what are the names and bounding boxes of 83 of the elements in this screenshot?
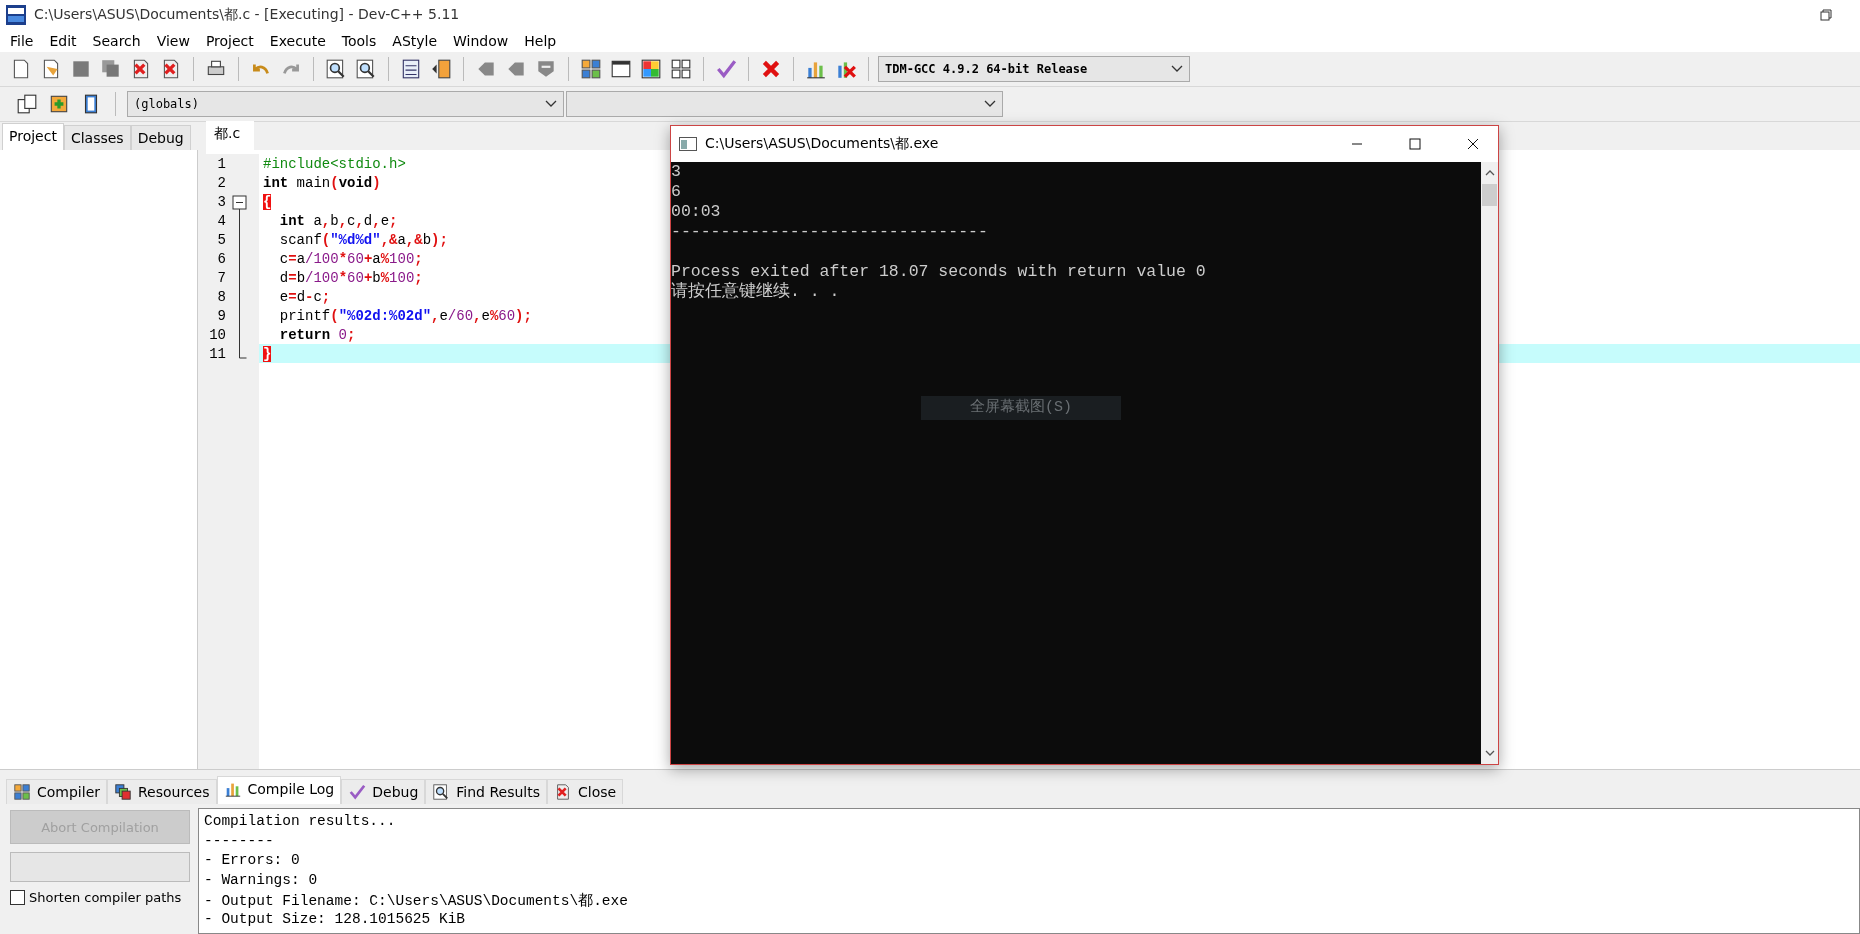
maximize-icon[interactable] [1409,138,1421,150]
code-line: e=d-c; [278,288,331,305]
log-line: - Output Filename: C:\Users\ASUS\Documents\都.exe [204,891,629,911]
console-line: 请按任意键继续. . . [671,282,841,302]
replace-icon[interactable] [355,58,377,80]
panel-tab[interactable]: Debug [130,125,191,150]
scope-dropdown[interactable]: (globals) [127,91,564,117]
close-icon[interactable] [1467,138,1479,150]
menu-item[interactable]: Execute [261,33,334,49]
search-document-icon [432,783,451,801]
window-title: C:\Users\ASUS\Documents\都.c - [Executing] - Dev-C++ 5.11 [34,6,461,24]
code-line: c=a/100*60+a%100; [278,250,423,267]
scroll-up-icon[interactable] [1484,170,1495,176]
code-line: d=b/100*60+b%100; [278,269,423,286]
compiler-dropdown[interactable]: TDM-GCC 4.9.2 64-bit Release [878,56,1190,82]
chevron-down-icon [1171,65,1183,73]
line-number: 2 [216,174,226,191]
console-title: C:\Users\ASUS\Documents\都.exe [705,135,940,153]
menu-item[interactable]: Search [84,33,149,49]
console-icon [679,137,697,151]
panel-tab[interactable]: Classes [63,125,131,150]
line-number: 1 [216,155,226,172]
file-tab[interactable]: 都.c [206,121,255,150]
restore-icon[interactable] [1820,9,1832,21]
checkmark-icon [348,783,367,801]
menu-item[interactable]: Help [516,33,565,49]
line-number: 9 [216,307,226,324]
line-number: 4 [216,212,226,229]
code-line: printf("%02d:%02d",e/60,e%60); [278,307,532,324]
code-line: return 0; [278,326,356,343]
colored-grid-icon [13,783,31,801]
panel-tab[interactable]: Find Results [425,779,547,804]
panel-tab[interactable]: Compile Log [216,776,342,804]
line-number: 7 [216,269,226,286]
menu-item[interactable]: Edit [41,33,85,49]
log-line: - Errors: 0 [204,852,301,870]
log-line: -------- [204,832,275,851]
code-line: int main(void) [263,174,381,191]
console-line: 6 [671,182,682,202]
checkbox[interactable] [10,890,25,905]
line-number: 3 [216,193,226,210]
line-number: 11 [208,345,226,362]
line-number: 10 [208,326,226,343]
panel-tab[interactable]: Debug [341,779,426,804]
code-line: #include<stdio.h> [263,155,406,172]
add-icon[interactable] [48,93,70,115]
find-icon[interactable] [325,58,347,80]
menu-item[interactable]: File [2,33,42,49]
log-line: - Warnings: 0 [204,871,319,890]
indent-icon[interactable] [400,58,422,80]
console-separator: -------------------------------- [671,222,989,242]
menu-item[interactable]: Window [445,33,517,49]
code-line: int a,b,c,d,e; [278,212,398,229]
line-number: 5 [216,231,226,248]
log-line: - Output Size: 128.1015625 KiB [204,910,467,929]
chevron-down-icon [545,100,557,108]
save-all-icon[interactable] [100,58,122,80]
app-icon [6,5,26,25]
panel-tab[interactable]: Close [546,779,624,804]
unindent-icon[interactable] [430,58,452,80]
layers-icon [114,783,132,801]
log-line: Compilation results... [204,813,397,831]
scroll-thumb[interactable] [1482,184,1497,206]
menu-item[interactable]: View [148,33,198,49]
stop-icon[interactable] [760,58,782,80]
menu-item[interactable]: Project [197,33,262,49]
scrollbar[interactable] [1481,162,1498,764]
scroll-down-icon[interactable] [1484,750,1495,756]
checkbox-label: Shorten compiler paths [29,890,182,905]
line-number: 6 [216,250,226,267]
save-icon[interactable] [70,58,92,80]
menu-item[interactable]: Tools [333,33,385,49]
panel-tab[interactable]: Resources [107,779,217,804]
panel-tab[interactable]: Project [2,123,64,150]
menu-item[interactable]: AStyle [384,33,446,49]
panel-tab[interactable]: Compiler [6,779,107,804]
console-line: 3 [671,162,682,182]
code-line: scanf("%d%d",&a,&b); [278,231,448,248]
console-line: 00:03 [671,202,722,222]
chevron-down-icon [984,100,996,108]
check-icon[interactable] [715,58,737,80]
line-number: 8 [216,288,226,305]
console-line: Process exited after 18.07 seconds with return value 0 [671,262,1207,282]
